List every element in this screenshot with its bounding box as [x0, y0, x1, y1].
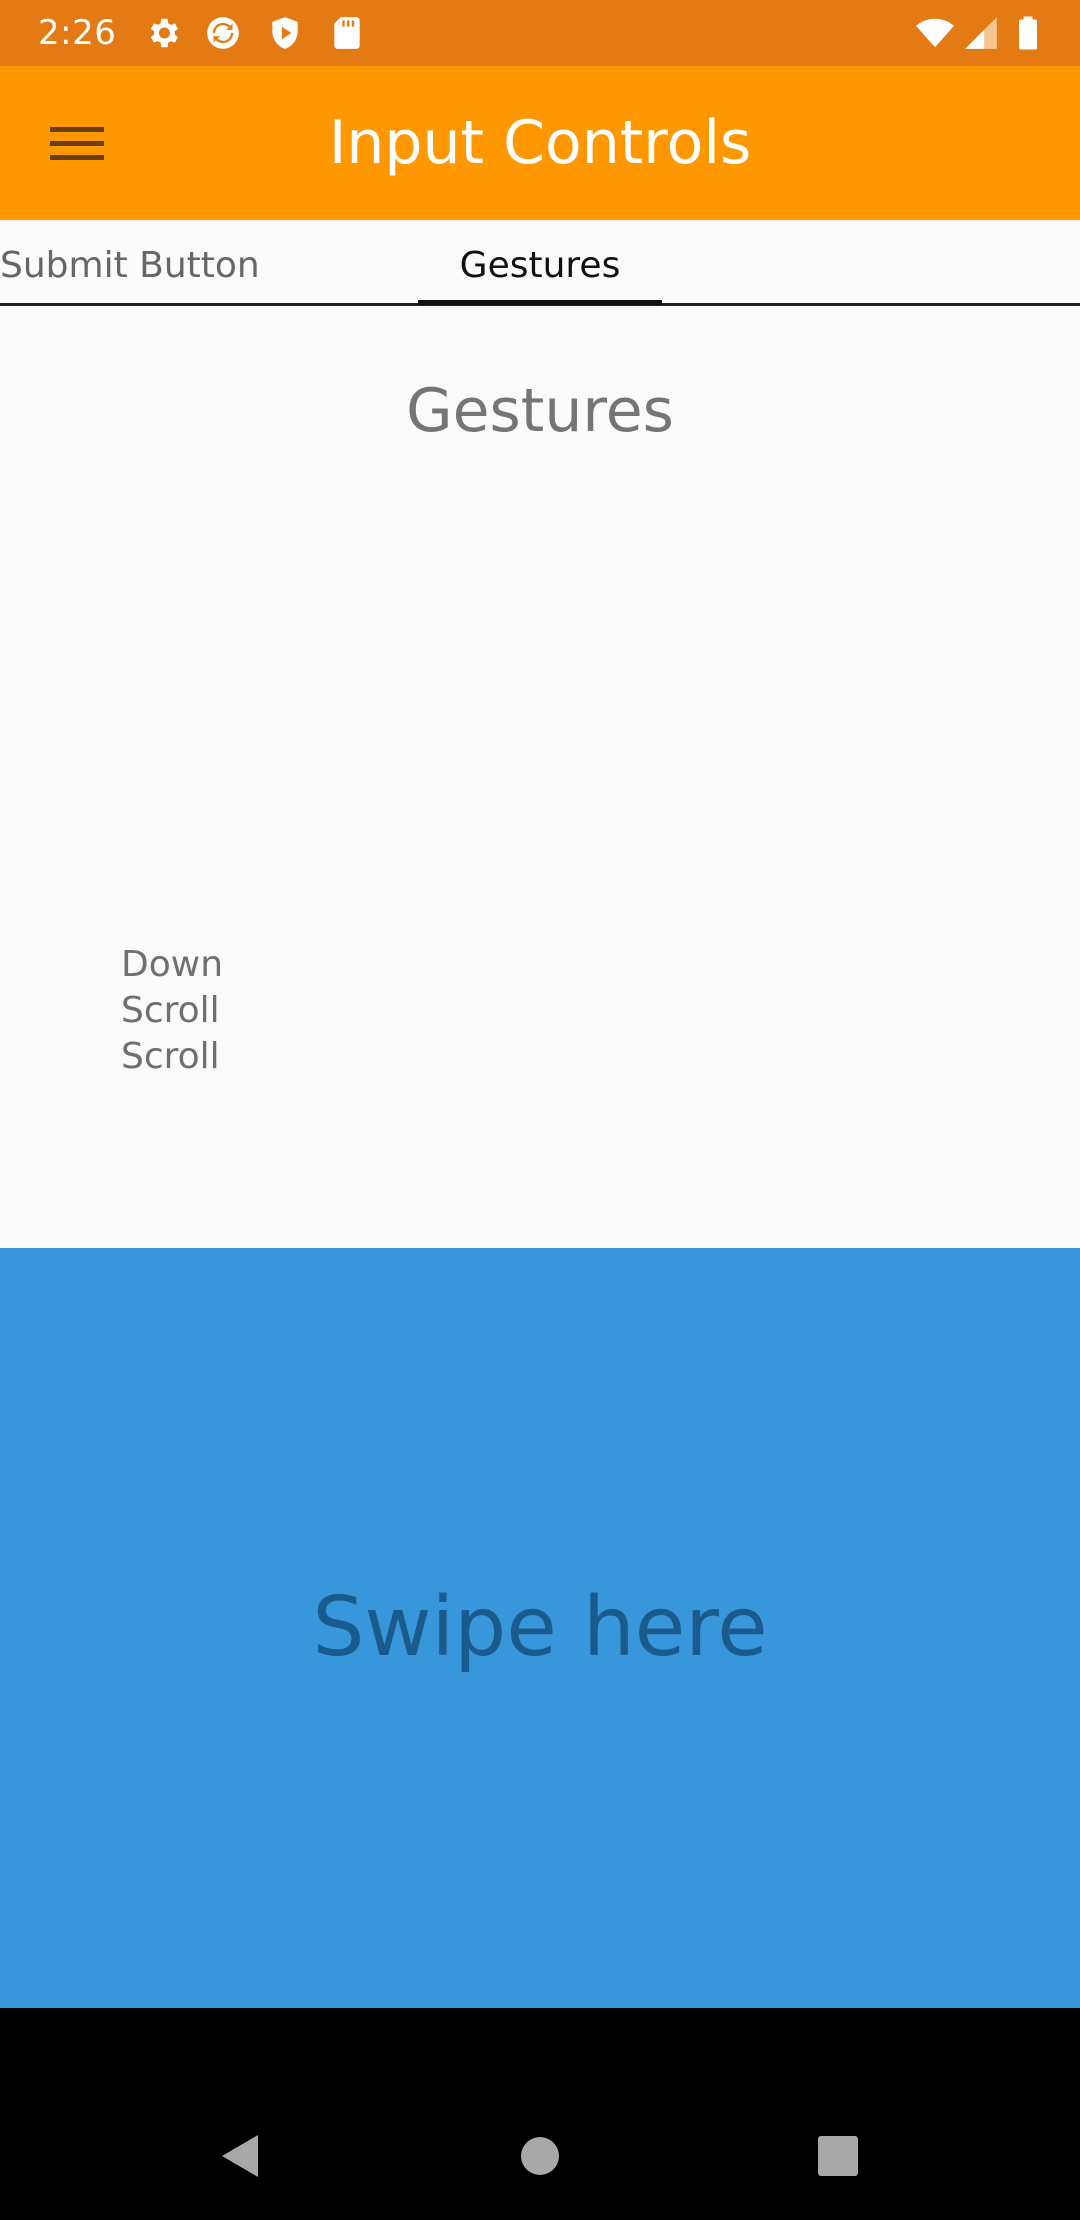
- back-icon: [222, 2135, 258, 2177]
- shield-play-icon: [266, 14, 304, 52]
- system-nav-bar: [0, 2008, 1080, 2220]
- gesture-event-log: Down Scroll Scroll: [121, 942, 223, 1080]
- event-log-line: Scroll: [121, 990, 220, 1031]
- tab-selected-indicator: [418, 300, 662, 305]
- wifi-icon: [914, 14, 956, 52]
- recents-icon: [818, 2136, 858, 2176]
- tab-submit-button[interactable]: Submit Button: [0, 220, 260, 306]
- tab-bar: Submit Button Gestures: [0, 220, 1080, 306]
- toolbar-title: Input Controls: [328, 108, 752, 178]
- hamburger-menu-icon: [50, 127, 104, 160]
- event-log-line: Down: [121, 944, 224, 985]
- app-toolbar: Input Controls: [0, 66, 1080, 220]
- event-log-line: Scroll: [121, 1036, 220, 1077]
- recents-button[interactable]: [808, 2126, 868, 2186]
- battery-icon: [1010, 14, 1046, 52]
- home-button[interactable]: [510, 2126, 570, 2186]
- status-time: 2:26: [38, 13, 117, 53]
- swipe-area-label: Swipe here: [312, 1580, 768, 1675]
- sd-card-icon: [328, 14, 366, 52]
- sync-icon: [204, 14, 242, 52]
- tab-gestures[interactable]: Gestures: [418, 220, 662, 306]
- gestures-content: Gestures Down Scroll Scroll: [0, 306, 1080, 1248]
- back-button[interactable]: [210, 2126, 270, 2186]
- page-heading: Gestures: [406, 376, 674, 446]
- signal-icon: [962, 14, 1000, 52]
- swipe-area[interactable]: Swipe here: [0, 1248, 1080, 2008]
- settings-icon: [144, 14, 182, 52]
- menu-button[interactable]: [28, 100, 126, 186]
- status-bar: 2:26: [0, 0, 1080, 66]
- home-icon: [521, 2137, 559, 2175]
